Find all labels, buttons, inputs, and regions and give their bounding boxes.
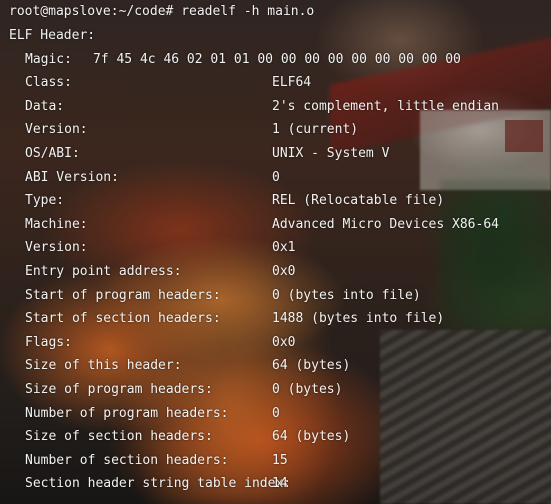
field-value: 15 <box>272 452 288 468</box>
field-label: Number of program headers: <box>25 405 229 421</box>
shell-prompt: root@mapslove:~/code# <box>9 4 174 19</box>
field-value: UNIX - System V <box>272 145 390 161</box>
field-label: Number of section headers: <box>25 452 229 468</box>
header-field-row: Type: REL (Relocatable file) <box>9 189 551 213</box>
command-text: readelf -h main.o <box>181 4 315 19</box>
field-value: 14 <box>272 476 288 492</box>
header-field-row: Number of program headers: 0 <box>9 402 551 426</box>
header-fields: Class: ELF64 Data: 2's complement, little e… <box>9 71 551 496</box>
field-label: Start of program headers: <box>25 287 221 303</box>
header-field-row: Class: ELF64 <box>9 71 551 95</box>
field-label: Entry point address: <box>25 263 182 279</box>
magic-value: 7f 45 4c 46 02 01 01 00 00 00 00 00 00 0… <box>93 51 461 67</box>
terminal-output[interactable]: root@mapslove:~/code# readelf -h main.o … <box>9 0 551 504</box>
header-field-row: Machine: Advanced Micro Devices X86-64 <box>9 213 551 237</box>
field-value: 0x0 <box>272 263 296 279</box>
field-label: Size of section headers: <box>25 429 213 445</box>
magic-label: Magic: <box>25 51 72 67</box>
field-label: Type: <box>25 193 65 209</box>
field-value: 0x1 <box>272 240 296 256</box>
elf-header-title: ELF Header: <box>9 28 96 43</box>
field-label: Section header string table index: <box>25 476 292 492</box>
field-label: Size of program headers: <box>25 381 213 397</box>
field-label: Flags: <box>25 334 72 350</box>
field-label: ABI Version: <box>25 169 119 185</box>
field-label: Data: <box>25 98 65 114</box>
header-field-row: Size of this header: 64 (bytes) <box>9 354 551 378</box>
header-field-row: Data: 2's complement, little endian <box>9 95 551 119</box>
field-value: 64 (bytes) <box>272 429 351 445</box>
field-value: 2's complement, little endian <box>272 98 499 114</box>
header-field-row: Start of section headers: 1488 (bytes int… <box>9 307 551 331</box>
header-field-row: Size of program headers: 0 (bytes) <box>9 378 551 402</box>
header-field-row: Section header string table index: 14 <box>9 472 551 496</box>
field-value: 0x0 <box>272 334 296 350</box>
field-value: 0 (bytes) <box>272 381 343 397</box>
field-label: Version: <box>25 240 88 256</box>
field-value: 0 (bytes into file) <box>272 287 421 303</box>
command-line: root@mapslove:~/code# readelf -h main.o <box>9 0 551 24</box>
field-value: ELF64 <box>272 75 312 91</box>
header-field-row: Start of program headers: 0 (bytes into f… <box>9 284 551 308</box>
header-field-row: Entry point address: 0x0 <box>9 260 551 284</box>
magic-row: Magic: 7f 45 4c 46 02 01 01 00 00 00 00 … <box>9 48 551 72</box>
field-value: 1488 (bytes into file) <box>272 311 445 327</box>
header-field-row: ABI Version: 0 <box>9 166 551 190</box>
header-field-row: Flags: 0x0 <box>9 331 551 355</box>
header-field-row: Number of section headers: 15 <box>9 449 551 473</box>
field-label: Size of this header: <box>25 358 182 374</box>
field-label: Machine: <box>25 216 88 232</box>
field-value: REL (Relocatable file) <box>272 193 445 209</box>
field-value: 1 (current) <box>272 122 359 138</box>
header-field-row: Version: 0x1 <box>9 236 551 260</box>
field-label: Version: <box>25 122 88 138</box>
field-label: Class: <box>25 75 72 91</box>
terminal-window[interactable]: root@mapslove:~/code# readelf -h main.o … <box>0 0 551 504</box>
field-value: 0 <box>272 169 280 185</box>
header-field-row: Version: 1 (current) <box>9 118 551 142</box>
field-value: Advanced Micro Devices X86-64 <box>272 216 499 232</box>
field-label: OS/ABI: <box>25 145 80 161</box>
header-field-row: OS/ABI: UNIX - System V <box>9 142 551 166</box>
header-field-row: Size of section headers: 64 (bytes) <box>9 425 551 449</box>
field-value: 64 (bytes) <box>272 358 351 374</box>
field-value: 0 <box>272 405 280 421</box>
field-label: Start of section headers: <box>25 311 221 327</box>
